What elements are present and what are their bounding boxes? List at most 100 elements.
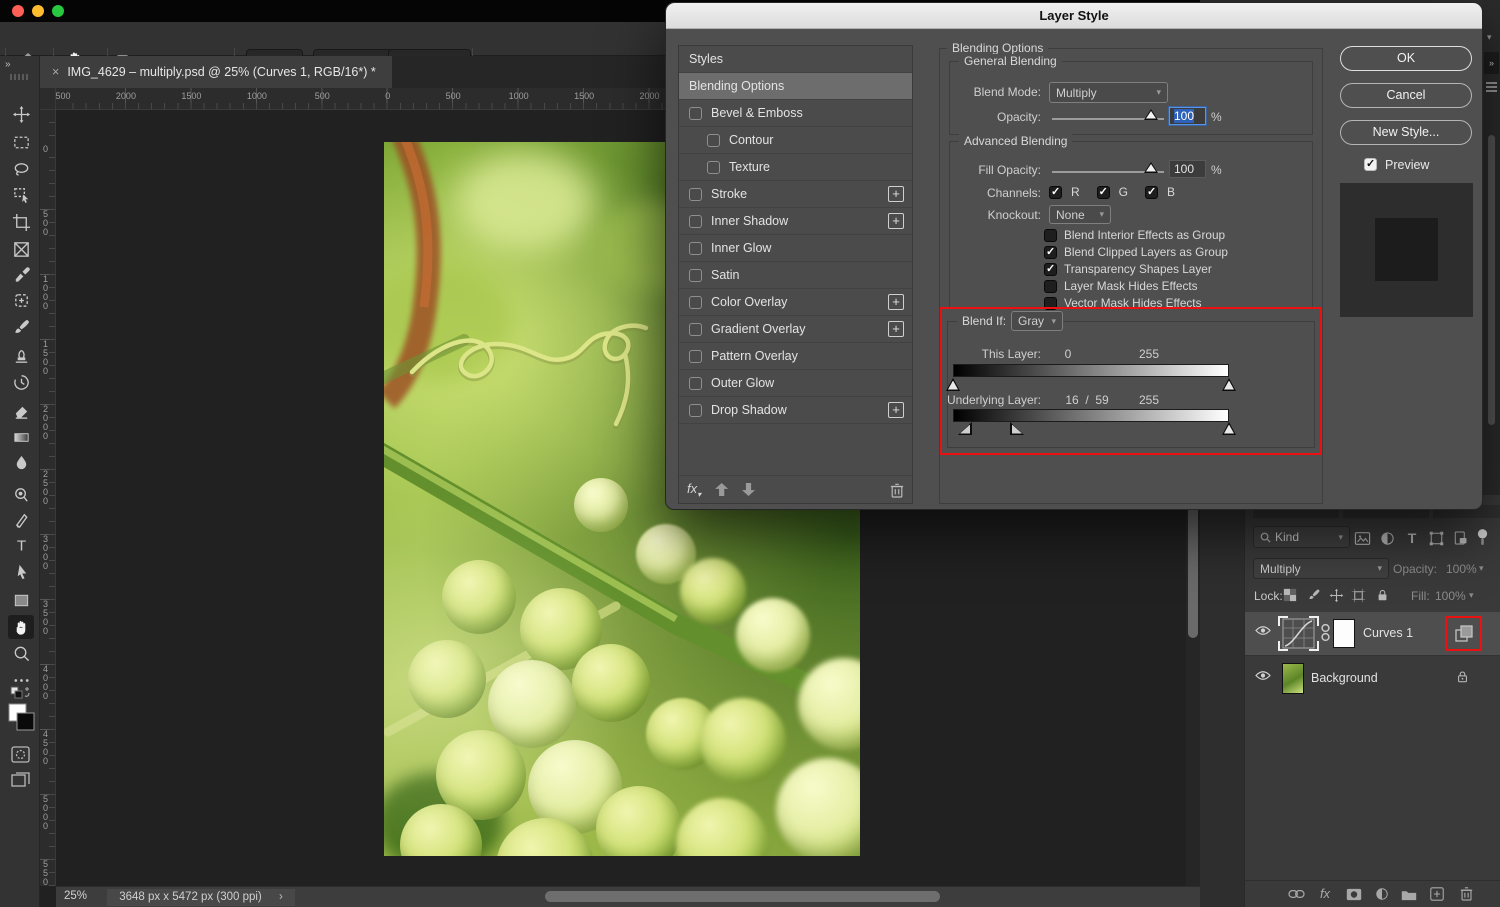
rectangle-tool[interactable] [8,588,34,612]
lock-pixels-icon[interactable] [1305,586,1323,604]
layer-blend-mode-select[interactable]: Multiply▾ [1253,558,1389,579]
filter-smart-objects-icon[interactable] [1451,529,1469,547]
minimize-window-button[interactable] [32,5,44,17]
rectangular-marquee-tool[interactable] [8,130,34,154]
new-adjustment-layer-icon[interactable] [1373,885,1391,903]
style-item-stroke[interactable]: Stroke+ [679,181,912,208]
zoom-tool[interactable] [8,641,34,665]
background-layer-thumbnail[interactable] [1282,663,1304,694]
add-effect-fx-button[interactable]: fx▾ [687,481,701,499]
style-item-styles[interactable]: Styles [679,46,912,73]
advanced-option-checkbox[interactable] [1044,246,1057,259]
ruler-corner[interactable] [40,88,56,110]
zoom-level[interactable]: 25% [64,890,87,902]
layer-name[interactable]: Background [1311,671,1378,685]
crop-tool[interactable] [8,210,34,234]
eraser-tool[interactable] [8,398,34,422]
add-mask-icon[interactable] [1345,885,1363,903]
layer-filter-search[interactable]: Kind▾ [1253,526,1350,548]
close-tab-icon[interactable]: × [40,65,67,79]
fill-opacity-field[interactable]: 100 [1169,160,1206,178]
zoom-window-button[interactable] [52,5,64,17]
add-instance-button[interactable]: + [888,294,904,310]
add-instance-button[interactable]: + [888,402,904,418]
curves-thumbnail[interactable] [1278,616,1319,651]
clone-stamp-tool[interactable] [8,343,34,367]
hand-tool[interactable] [8,615,34,639]
style-item-color-overlay[interactable]: Color Overlay+ [679,289,912,316]
style-checkbox[interactable] [689,377,702,390]
dodge-tool[interactable] [8,483,34,507]
channel-b-checkbox[interactable] [1145,186,1158,199]
move-tool[interactable] [8,102,34,126]
filter-toggle-icon[interactable] [1473,528,1491,546]
style-checkbox[interactable] [689,107,702,120]
filter-pixel-layers-icon[interactable] [1353,529,1371,547]
style-checkbox[interactable] [689,215,702,228]
style-item-texture[interactable]: Texture [679,154,912,181]
close-window-button[interactable] [12,5,24,17]
style-item-blending-options[interactable]: Blending Options [679,73,912,100]
style-checkbox[interactable] [689,296,702,309]
style-item-outer-glow[interactable]: Outer Glow [679,370,912,397]
style-item-drop-shadow[interactable]: Drop Shadow+ [679,397,912,424]
dock-scrollbar-thumb[interactable] [1488,135,1495,425]
spot-healing-brush-tool[interactable] [8,288,34,312]
style-checkbox[interactable] [689,350,702,363]
channel-g-checkbox[interactable] [1097,186,1110,199]
move-effect-down-button[interactable] [742,483,755,496]
filter-type-layers-icon[interactable]: T [1403,529,1421,547]
object-selection-tool[interactable] [8,183,34,207]
lock-artboard-icon[interactable] [1349,586,1367,604]
style-item-inner-glow[interactable]: Inner Glow [679,235,912,262]
expand-panels-icon[interactable]: » [1484,52,1499,74]
style-item-satin[interactable]: Satin [679,262,912,289]
toolbar-collapse-icon[interactable]: » [5,59,12,70]
delete-layer-icon[interactable] [1457,884,1475,902]
foreground-background-colors[interactable] [8,703,36,733]
style-checkbox[interactable] [689,242,702,255]
type-tool[interactable]: T [8,533,34,557]
mask-link-icon[interactable] [1321,622,1330,644]
frame-tool[interactable] [8,237,34,261]
style-item-gradient-overlay[interactable]: Gradient Overlay+ [679,316,912,343]
move-effect-up-button[interactable] [715,483,728,496]
advanced-option-checkbox[interactable] [1044,229,1057,242]
style-item-bevel-emboss[interactable]: Bevel & Emboss [679,100,912,127]
add-instance-button[interactable]: + [888,213,904,229]
horizontal-scrollbar-thumb[interactable] [545,891,940,902]
lock-all-icon[interactable] [1373,586,1391,604]
knockout-select[interactable]: None▾ [1049,205,1111,224]
path-selection-tool[interactable] [8,560,34,584]
gradient-tool[interactable] [8,425,34,449]
delete-effect-icon[interactable] [890,482,904,498]
brush-tool[interactable] [8,315,34,339]
style-item-inner-shadow[interactable]: Inner Shadow+ [679,208,912,235]
layer-name[interactable]: Curves 1 [1363,626,1413,640]
layer-opacity-value[interactable]: 100% [1446,562,1477,576]
layer-mask-thumbnail[interactable] [1333,619,1355,648]
style-checkbox[interactable] [689,188,702,201]
new-layer-icon[interactable] [1428,885,1446,903]
edit-toolbar-tool[interactable] [8,668,34,692]
add-instance-button[interactable]: + [888,321,904,337]
history-brush-tool[interactable] [8,370,34,394]
document-tab[interactable]: ×IMG_4629 – multiply.psd @ 25% (Curves 1… [40,56,392,88]
visibility-eye-icon[interactable] [1255,670,1271,681]
advanced-option-checkbox[interactable] [1044,263,1057,276]
lock-position-icon[interactable] [1327,586,1345,604]
ok-button[interactable]: OK [1340,46,1472,71]
style-item-pattern-overlay[interactable]: Pattern Overlay [679,343,912,370]
toolbar-drag-handle[interactable] [10,74,30,80]
panel-menu-icon[interactable] [1486,82,1497,92]
quick-mask-icon[interactable] [11,746,30,763]
visibility-eye-icon[interactable] [1255,625,1271,636]
layer-effects-icon[interactable]: fx [1316,884,1334,902]
filter-shape-layers-icon[interactable] [1427,529,1445,547]
blend-mode-select[interactable]: Multiply▾ [1049,82,1168,103]
pen-tool[interactable] [8,508,34,532]
cancel-button[interactable]: Cancel [1340,83,1472,108]
vertical-ruler[interactable]: 0500100015002000250030003500400045005000… [40,110,56,886]
style-checkbox[interactable] [689,404,702,417]
style-item-contour[interactable]: Contour [679,127,912,154]
